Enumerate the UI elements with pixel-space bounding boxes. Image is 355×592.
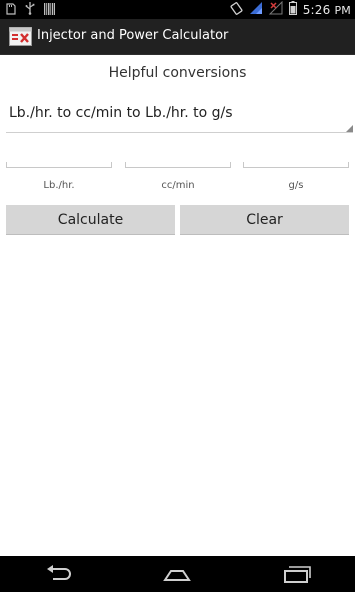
navigation-bar: [0, 556, 355, 592]
status-right-icons: 5:26 PM: [230, 0, 351, 19]
clock-suffix: PM: [334, 3, 351, 17]
lbhr-field-underline: [6, 162, 112, 168]
spinner-selected-value: Lb./hr. to cc/min to Lb./hr. to g/s: [9, 105, 233, 121]
app-screen: 5:26 PM Injector and Power Calculator He…: [0, 0, 355, 592]
conversion-spinner[interactable]: Lb./hr. to cc/min to Lb./hr. to g/s: [6, 98, 353, 133]
action-bar: Injector and Power Calculator: [0, 19, 355, 55]
barcode-icon: [44, 0, 55, 19]
signal-icon: [249, 0, 263, 19]
app-logo-icon: [9, 27, 32, 46]
ccmin-field[interactable]: [125, 145, 231, 168]
usb-icon: [25, 0, 35, 19]
back-icon[interactable]: [44, 564, 74, 584]
home-icon[interactable]: [162, 564, 192, 584]
gs-label: g/s: [288, 180, 304, 191]
gs-field[interactable]: [243, 145, 349, 168]
battery-icon: [288, 0, 297, 19]
calculate-button[interactable]: Calculate: [6, 205, 175, 235]
lbhr-label: Lb./hr.: [43, 180, 75, 191]
no-signal-icon: [268, 0, 283, 19]
rotate-icon: [230, 0, 243, 19]
spinner-arrow-icon: [346, 125, 353, 132]
clock: 5:26 PM: [303, 3, 351, 17]
clock-time: 5:26: [302, 2, 331, 17]
gs-field-underline: [243, 162, 349, 168]
clear-button[interactable]: Clear: [180, 205, 349, 235]
status-left-icons: [6, 2, 55, 17]
page-heading: Helpful conversions: [108, 65, 247, 81]
ccmin-field-underline: [125, 162, 231, 168]
recent-apps-icon[interactable]: [282, 564, 312, 584]
lbhr-field[interactable]: [6, 145, 112, 168]
app-title: Injector and Power Calculator: [37, 28, 229, 43]
ccmin-label: cc/min: [161, 180, 195, 191]
sd-card-icon: [6, 0, 16, 19]
status-bar: 5:26 PM: [0, 0, 355, 19]
